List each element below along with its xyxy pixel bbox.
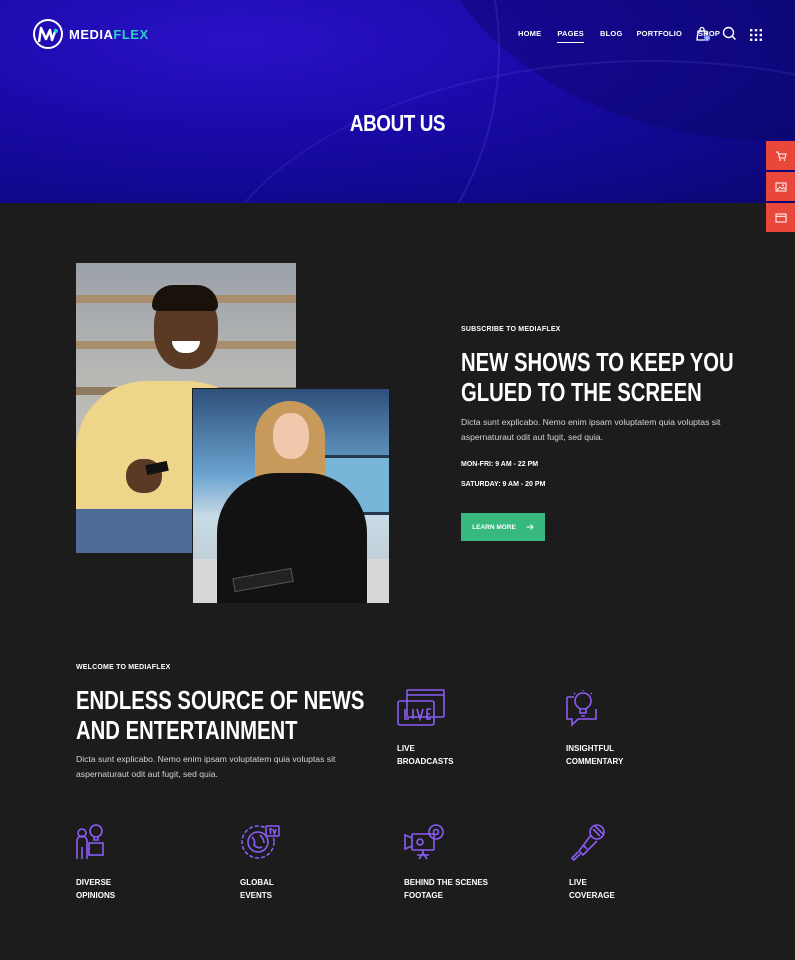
nav-blog[interactable]: BLOG	[600, 29, 622, 38]
cart-icon	[775, 151, 787, 161]
nav-portfolio[interactable]: PORTFOLIO	[636, 29, 682, 38]
nav-pages[interactable]: PAGES	[557, 29, 584, 43]
live-broadcast-icon	[397, 689, 445, 726]
feature-label: LIVE COVERAGE	[569, 878, 615, 900]
logo-text: MEDIAFLEX	[69, 26, 149, 42]
grid-menu-icon[interactable]	[750, 28, 762, 46]
subscribe-description: Dicta sunt explicabo. Nemo enim ipsam vo…	[461, 417, 721, 442]
speaker-idea-icon	[76, 824, 104, 859]
image-icon	[775, 182, 786, 191]
nav-home[interactable]: HOME	[518, 29, 541, 38]
welcome-description: Dicta sunt explicabo. Nemo enim ipsam vo…	[76, 754, 336, 779]
arrow-right-icon	[526, 524, 534, 530]
side-gallery-button[interactable]	[766, 172, 795, 201]
hours-saturday: SATURDAY: 9 AM - 20 PM	[461, 481, 546, 488]
feature-global-events: GLOBAL EVENTS	[240, 823, 280, 900]
learn-more-button[interactable]: LEARN MORE	[461, 513, 545, 541]
side-cart-button[interactable]	[766, 141, 795, 170]
feature-insightful-commentary: INSIGHTFUL COMMENTARY	[566, 689, 623, 766]
welcome-kicker: WELCOME TO MEDIAFLEX	[76, 664, 171, 671]
camera-icon	[404, 824, 444, 860]
feature-diverse-opinions: DIVERSE OPINIONS	[76, 823, 115, 900]
search-icon[interactable]	[722, 26, 737, 46]
shopping-bag-icon[interactable]: 0	[695, 26, 711, 47]
global-tv-icon	[241, 825, 280, 859]
site-logo[interactable]: MEDIAFLEX	[33, 19, 149, 49]
woman-presenter-photo	[192, 388, 390, 604]
feature-label: BEHIND THE SCENES FOOTAGE	[404, 878, 489, 900]
browser-icon	[775, 213, 786, 222]
feature-label: INSIGHTFUL COMMENTARY	[566, 744, 624, 766]
side-toolbar	[766, 141, 795, 234]
feature-live-coverage: LIVE COVERAGE	[569, 823, 615, 900]
feature-behind-the-scenes: BEHIND THE SCENES FOOTAGE	[404, 823, 488, 900]
welcome-headline: ENDLESS SOURCE OF NEWS AND ENTERTAINMENT	[76, 685, 365, 746]
idea-chat-icon	[566, 690, 597, 727]
microphone-icon	[570, 824, 605, 861]
feature-label: GLOBAL EVENTS	[240, 878, 274, 900]
learn-more-label: LEARN MORE	[472, 523, 516, 531]
feature-label: DIVERSE OPINIONS	[76, 878, 116, 900]
feature-live-broadcasts: LIVE BROADCASTS	[397, 689, 453, 766]
subscribe-headline: NEW SHOWS TO KEEP YOU GLUED TO THE SCREE…	[461, 347, 734, 408]
feature-label: LIVE BROADCASTS	[397, 744, 454, 766]
side-browser-button[interactable]	[766, 203, 795, 232]
logo-icon	[33, 19, 63, 49]
hours-weekdays: MON-FRI: 9 AM - 22 PM	[461, 461, 539, 468]
page-title: ABOUT US	[349, 110, 446, 136]
main-nav: HOME PAGES BLOG PORTFOLIO SHOP	[518, 29, 720, 43]
subscribe-kicker: SUBSCRIBE TO MEDIAFLEX	[461, 326, 561, 333]
